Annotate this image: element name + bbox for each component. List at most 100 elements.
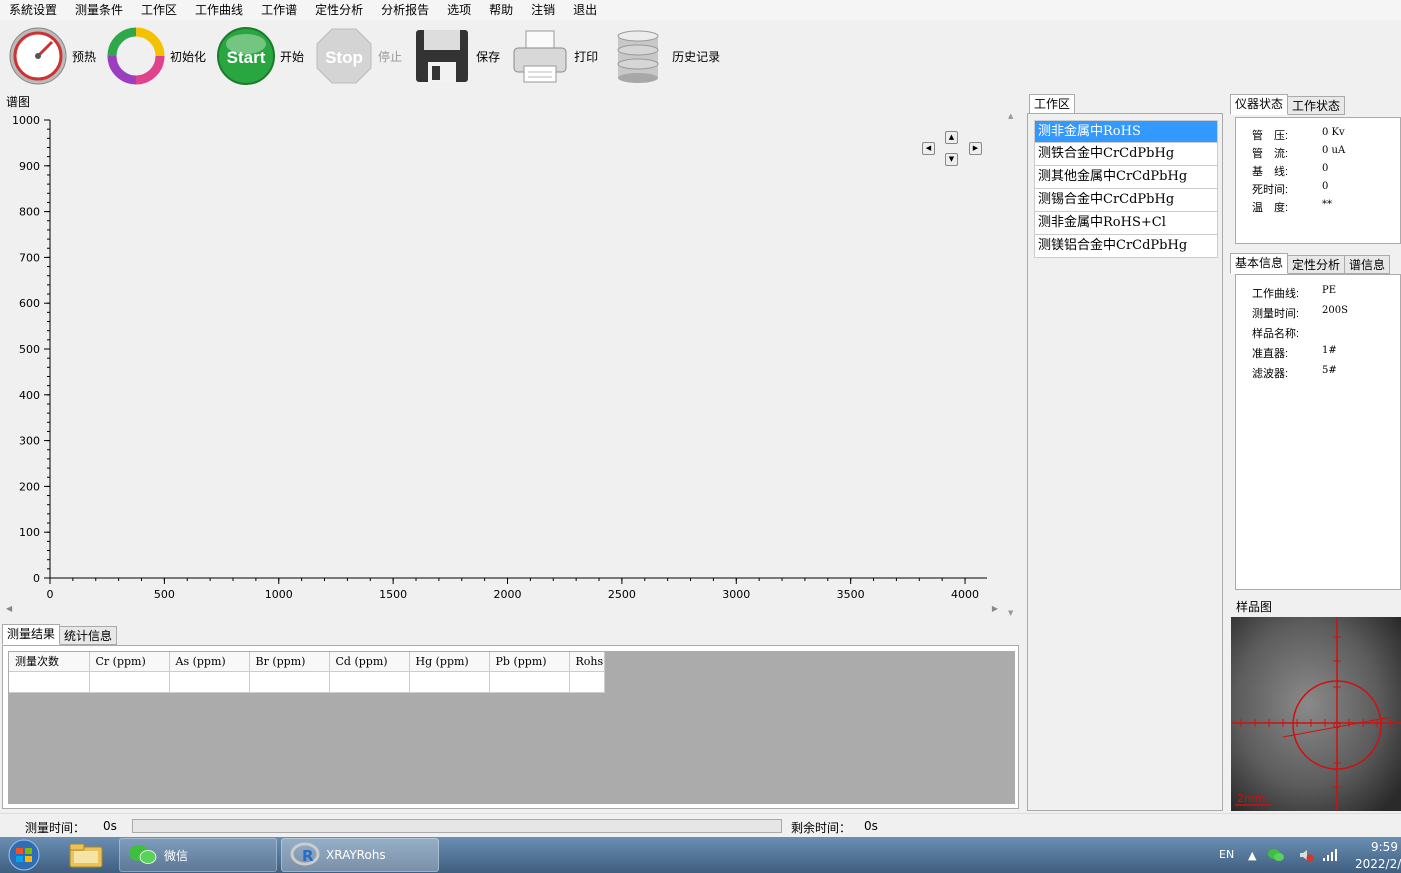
svg-text:R: R [302,847,314,865]
menu-work-spectrum[interactable]: 工作谱 [252,0,306,20]
column-header[interactable]: Cr (ppm) [89,652,170,672]
tab-work-status[interactable]: 工作状态 [1287,96,1346,115]
network-signal-icon[interactable] [1322,848,1338,862]
remaining-time-label: 剩余时间： [791,821,852,835]
filter-row: 滤波器: 5# [1252,365,1337,380]
stop-icon: Stop [316,28,372,84]
instrument-status-panel: 管 压: 0 Kv 管 流: 0 uA 基 线: 0 死时间: 0 温 度: *… [1235,117,1401,244]
clock-date[interactable]: 2022/2/ [1355,857,1401,871]
tab-spectrum-info[interactable]: 谱信息 [1344,255,1391,274]
x-tick-label: 1500 [379,588,407,601]
menu-qualitative-analysis[interactable]: 定性分析 [306,0,372,20]
spectrum-vertical-scrollbar[interactable]: ▲ ▼ [1007,112,1017,617]
x-tick-label: 3500 [837,588,865,601]
filter-value: 5# [1322,365,1337,376]
input-language-indicator[interactable]: EN [1219,848,1234,861]
menu-system-settings[interactable]: 系統设置 [0,0,66,20]
menu-measure-conditions[interactable]: 测量条件 [66,0,132,20]
info-tabs: 基本信息 定性分析 谱信息 [1230,253,1391,276]
print-label: 打印 [574,49,599,64]
menu-workspace[interactable]: 工作区 [132,0,186,20]
table-cell[interactable] [489,671,570,693]
tab-qualitative[interactable]: 定性分析 [1287,255,1346,274]
tab-measure-results[interactable]: 测量结果 [2,624,61,645]
init-button[interactable]: 初始化 [106,24,206,88]
sample-name-row: 样品名称: [1252,328,1300,340]
list-item[interactable]: 测镁铝合金中CrCdPbHg [1034,235,1218,258]
scroll-left-arrow-icon[interactable]: ◀ [6,604,12,613]
app-window: 系統设置 测量条件 工作区 工作曲线 工作谱 定性分析 分析报告 选项 帮助 注… [0,0,1401,873]
wechat-tray-icon[interactable] [1267,848,1285,862]
pan-right-icon[interactable]: ▶ [969,142,982,155]
scroll-up-arrow-icon[interactable]: ▲ [1008,112,1013,120]
table-cell[interactable] [569,671,605,693]
scroll-down-arrow-icon[interactable]: ▼ [1008,609,1013,617]
menu-logout[interactable]: 注销 [522,0,564,20]
spectrum-chart[interactable]: 0 100 200 300 400 500 600 700 800 900 1000 0 500 1000… [2,108,1002,608]
menu-work-curve[interactable]: 工作曲线 [186,0,252,20]
menu-options[interactable]: 选项 [438,0,480,20]
scroll-right-arrow-icon[interactable]: ▶ [992,604,998,613]
table-cell[interactable] [409,671,490,693]
y-tick-label: 800 [19,206,40,219]
collimator-row: 准直器: 1# [1252,345,1337,360]
pan-down-icon[interactable]: ▼ [945,153,958,166]
table-cell[interactable] [169,671,250,693]
menu-help[interactable]: 帮助 [480,0,522,20]
print-button[interactable]: 打印 [510,24,598,88]
column-header[interactable]: 测量次数 [9,652,90,672]
list-item[interactable]: 测铁合金中CrCdPbHg [1034,143,1218,166]
column-header[interactable]: Cd (ppm) [329,652,410,672]
pan-left-icon[interactable]: ◀ [922,142,935,155]
list-item[interactable]: 测非金属中RoHS+Cl [1034,212,1218,235]
spectrum-horizontal-scrollbar[interactable]: ◀ ▶ [6,604,998,614]
list-item[interactable]: 测非金属中RoHS [1034,120,1218,143]
printer-icon [513,30,567,83]
clock-time[interactable]: 9:59 [1371,840,1398,854]
menu-analysis-report[interactable]: 分析报告 [372,0,438,20]
preheat-button[interactable]: 预热 [8,24,96,88]
baseline-value: 0 [1322,163,1329,174]
toolbar: 预热 初始化 Start 开始 Stop 停止 保存 打印 历史记录 [0,22,730,90]
table-cell[interactable] [89,671,170,693]
list-item[interactable]: 测其他金属中CrCdPbHg [1034,166,1218,189]
windows-start-icon[interactable] [6,839,42,871]
tab-workspace[interactable]: 工作区 [1029,94,1076,115]
baseline-row: 基 线: 0 [1252,163,1329,178]
temperature-row: 温 度: ** [1252,199,1332,214]
tray-expand-icon[interactable]: ▲ [1248,849,1256,862]
column-header[interactable]: Hg (ppm) [409,652,490,672]
speaker-muted-icon[interactable] [1298,848,1314,862]
database-icon [617,30,659,83]
table-cell[interactable] [249,671,330,693]
y-tick-label: 200 [19,480,40,493]
list-item[interactable]: 测锡合金中CrCdPbHg [1034,189,1218,212]
tube-voltage-value: 0 Kv [1322,127,1345,138]
column-header[interactable]: As (ppm) [169,652,250,672]
table-cell[interactable] [329,671,410,693]
file-explorer-icon[interactable] [68,841,104,869]
instrument-tabs: 仪器状态 工作状态 [1230,94,1346,117]
workspace-panel: 测非金属中RoHS 测铁合金中CrCdPbHg 测其他金属中CrCdPbHg 测… [1027,113,1223,811]
column-header[interactable]: Pb (ppm) [489,652,570,672]
menu-exit[interactable]: 退出 [564,0,606,20]
start-button[interactable]: Start 开始 [216,24,304,88]
taskbar-xrayrohs-button[interactable]: R XRAYRohs [281,838,439,872]
stop-button[interactable]: Stop 停止 [314,24,402,88]
history-button[interactable]: 历史记录 [608,24,720,88]
table-row[interactable] [9,671,605,693]
column-header[interactable]: Br (ppm) [249,652,330,672]
taskbar-wechat-button[interactable]: 微信 [119,838,277,872]
column-header[interactable]: Rohs [569,652,605,672]
start-icon: Start [217,27,276,85]
tab-statistics[interactable]: 统计信息 [59,626,118,645]
status-bar: 测量时间： 0s 剩余时间： 0s [0,813,1401,837]
os-taskbar: 微信 R XRAYRohs EN ▲ 9:59 2022/2/ [0,837,1401,873]
dead-time-value: 0 [1322,181,1329,192]
save-button[interactable]: 保存 [412,24,500,88]
sample-camera-image: 2mm [1231,617,1401,811]
table-cell[interactable] [9,671,90,693]
tab-instrument-status[interactable]: 仪器状态 [1230,94,1289,115]
tab-basic-info[interactable]: 基本信息 [1230,253,1289,274]
pan-up-icon[interactable]: ▲ [945,131,958,144]
